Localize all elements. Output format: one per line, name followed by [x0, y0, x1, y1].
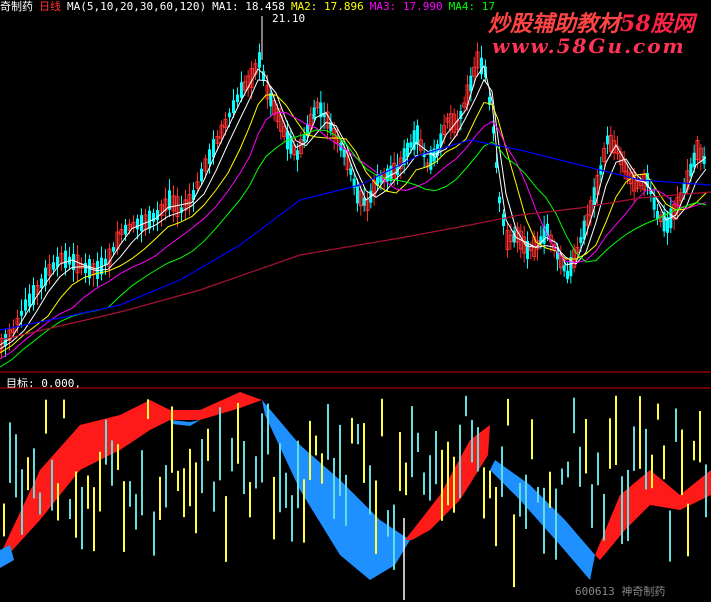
- price-candle: [312, 107, 316, 120]
- price-candle: [692, 152, 696, 168]
- price-candle: [124, 224, 127, 235]
- price-candle: [236, 94, 239, 103]
- price-candle: [136, 218, 139, 230]
- price-candle: [469, 75, 473, 91]
- price-candle: [579, 237, 583, 243]
- price-candle: [232, 100, 235, 114]
- price-candle: [416, 125, 419, 145]
- price-candle: [112, 247, 115, 252]
- price-candle: [228, 112, 231, 118]
- price-candle: [592, 187, 596, 207]
- price-candle: [28, 293, 31, 307]
- price-candle: [258, 52, 261, 68]
- price-candle: [20, 310, 23, 316]
- price-candle: [296, 150, 299, 160]
- chart-canvas[interactable]: [0, 0, 711, 602]
- price-candle: [302, 135, 306, 142]
- price-candle: [606, 135, 609, 145]
- price-candle: [502, 213, 505, 227]
- stock-chart-window: 奇制药 日线 MA(5,10,20,30,60,120) MA1: 18.458 MA2…: [0, 0, 711, 602]
- price-candle: [140, 215, 143, 231]
- price-candle: [208, 149, 211, 164]
- indicator-ribbon: [170, 420, 200, 426]
- price-candle: [4, 333, 7, 347]
- ma-long-line: [0, 191, 711, 341]
- price-candle: [148, 210, 151, 229]
- ma20-line: [0, 94, 707, 354]
- price-candle: [566, 270, 569, 280]
- price-candle: [349, 168, 353, 175]
- price-candle: [356, 186, 359, 204]
- price-candle: [342, 149, 346, 158]
- price-candle: [682, 183, 686, 194]
- indicator-ribbon: [0, 392, 262, 555]
- price-candle: [652, 196, 656, 210]
- price-candle: [409, 142, 413, 148]
- price-candle: [498, 196, 501, 204]
- price-candle: [562, 265, 566, 272]
- price-candle: [689, 163, 693, 177]
- price-candle: [40, 278, 43, 289]
- price-candle: [200, 168, 203, 182]
- price-candle: [52, 262, 55, 270]
- price-candle: [240, 82, 243, 98]
- price-candle: [24, 299, 27, 311]
- indicator-ribbon: [262, 400, 410, 580]
- price-candle: [64, 250, 67, 269]
